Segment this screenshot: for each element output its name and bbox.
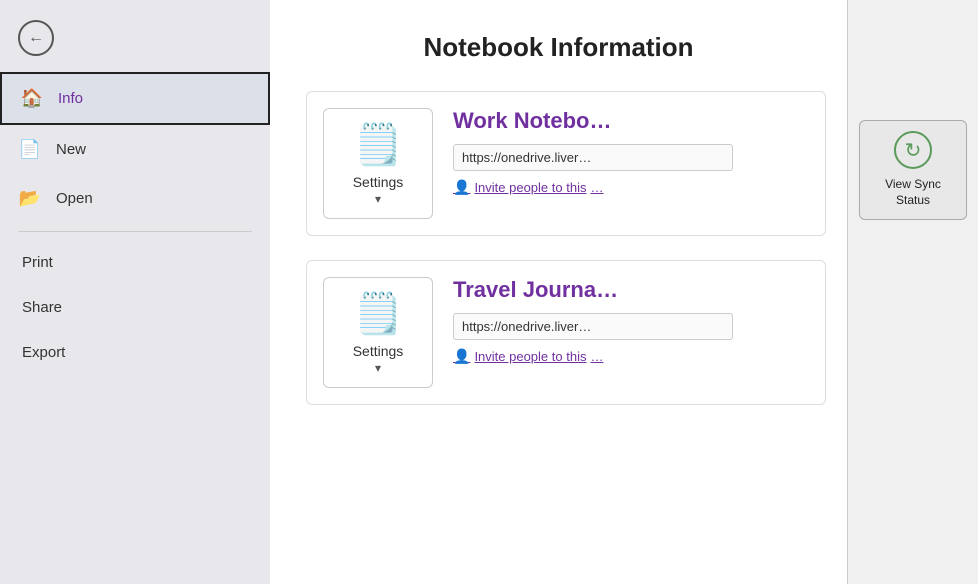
sidebar-divider [18,231,252,232]
settings-button-work[interactable]: 🗒️ Settings ▾ [323,108,433,219]
sidebar-item-info[interactable]: 🏠 Info [0,72,270,125]
sidebar-label-share: Share [22,299,62,316]
sidebar-label-export: Export [22,344,65,361]
settings-label-travel: Settings [353,343,404,359]
sync-button-label: View Sync Status [885,177,941,208]
view-sync-status-button[interactable]: ↻ View Sync Status [859,120,967,220]
sidebar-label-print: Print [22,254,53,271]
sidebar-item-new[interactable]: 📄 New [0,125,270,174]
notebook-icon-work: 🗒️ [353,121,403,168]
page-title: Notebook Information [306,32,811,63]
invite-link-travel[interactable]: 👤 Invite people to this… [453,348,809,365]
settings-label-work: Settings [353,174,404,190]
open-icon: 📂 [18,188,42,209]
settings-button-travel[interactable]: 🗒️ Settings ▾ [323,277,433,388]
notebook-details-travel: Travel Journa… https://onedrive.liver… 👤… [453,277,809,365]
main-content: Notebook Information 🗒️ Settings ▾ Work … [270,0,847,584]
sync-icon: ↻ [894,131,932,169]
notebook-url-travel[interactable]: https://onedrive.liver… [453,313,733,340]
sidebar-label-info: Info [58,90,83,107]
sidebar-item-share[interactable]: Share [0,285,270,330]
sidebar-label-new: New [56,141,86,158]
notebook-card-travel: 🗒️ Settings ▾ Travel Journa… https://one… [306,260,826,405]
sidebar-label-open: Open [56,190,93,207]
sidebar-item-print[interactable]: Print [0,240,270,285]
invite-icon-travel: 👤 [453,348,470,365]
sidebar: ← 🏠 Info 📄 New 📂 Open Print Share Export [0,0,270,584]
notebook-name-work: Work Notebo… [453,108,809,134]
sidebar-item-open[interactable]: 📂 Open [0,174,270,223]
chevron-down-icon-travel: ▾ [375,361,381,375]
notebook-name-travel: Travel Journa… [453,277,809,303]
sidebar-item-export[interactable]: Export [0,330,270,375]
right-panel: ↻ View Sync Status [848,0,978,584]
chevron-down-icon-work: ▾ [375,192,381,206]
notebook-url-work[interactable]: https://onedrive.liver… [453,144,733,171]
notebook-icon-travel: 🗒️ [353,290,403,337]
notebook-details-work: Work Notebo… https://onedrive.liver… 👤 I… [453,108,809,196]
back-button[interactable]: ← [0,8,270,68]
notebook-card-work: 🗒️ Settings ▾ Work Notebo… https://onedr… [306,91,826,236]
new-icon: 📄 [18,139,42,160]
home-icon: 🏠 [20,88,44,109]
back-icon: ← [18,20,54,56]
invite-link-work[interactable]: 👤 Invite people to this… [453,179,809,196]
invite-icon-work: 👤 [453,179,470,196]
